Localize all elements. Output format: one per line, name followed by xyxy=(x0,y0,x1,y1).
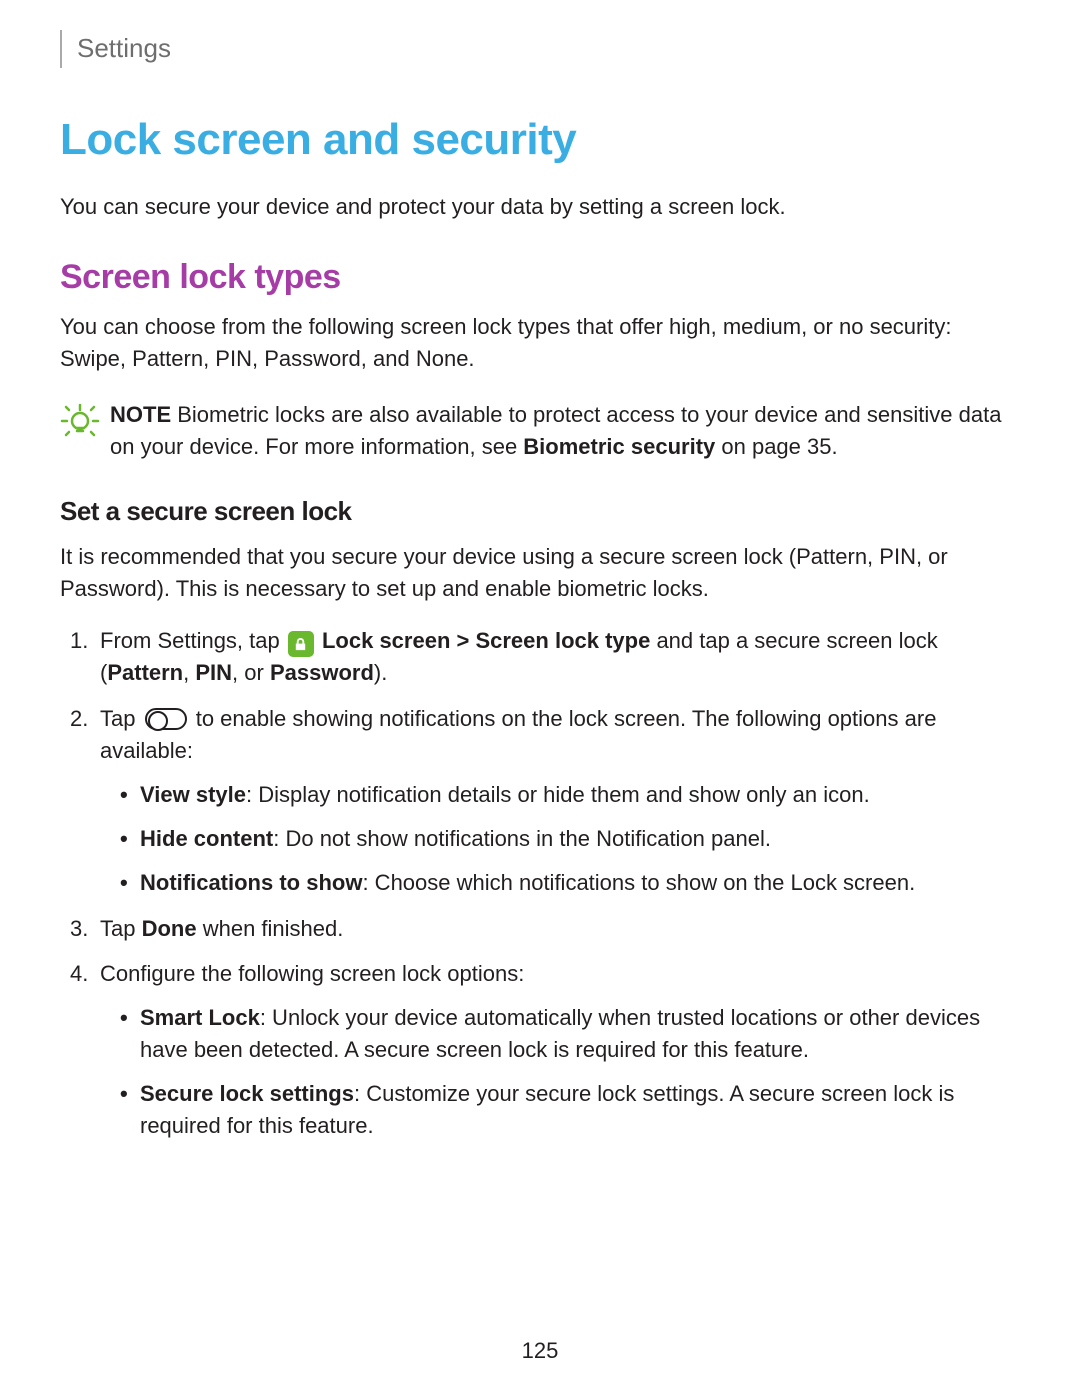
breadcrumb: Settings xyxy=(77,33,171,63)
subsection-heading: Set a secure screen lock xyxy=(60,493,1020,531)
list-item: Smart Lock: Unlock your device automatic… xyxy=(140,1002,1020,1066)
bullet-text: : Display notification details or hide t… xyxy=(246,782,870,807)
lock-icon xyxy=(288,631,314,657)
step-1-end: ). xyxy=(374,660,387,685)
step-4: Configure the following screen lock opti… xyxy=(100,958,1020,1141)
bullet-text: : Choose which notifications to show on … xyxy=(362,870,915,895)
note-after: on page 35. xyxy=(715,434,837,459)
bullet-text: : Unlock your device automatically when … xyxy=(140,1005,980,1062)
step-4-bullets: Smart Lock: Unlock your device automatic… xyxy=(100,1002,1020,1142)
section-heading: Screen lock types xyxy=(60,253,1020,302)
steps-list: From Settings, tap Lock screen > Screen … xyxy=(60,625,1020,1142)
step-2-post: to enable showing notifications on the l… xyxy=(100,706,936,763)
step-2-bullets: View style: Display notification details… xyxy=(100,779,1020,899)
step-3: Tap Done when finished. xyxy=(100,913,1020,945)
step-1-bold2: Pattern xyxy=(107,660,183,685)
note-label: NOTE xyxy=(110,402,171,427)
step-1-bold1: Lock screen > Screen lock type xyxy=(322,628,650,653)
list-item: Secure lock settings: Customize your sec… xyxy=(140,1078,1020,1142)
step-1-bold3: PIN xyxy=(195,660,232,685)
bullet-label: Smart Lock xyxy=(140,1005,260,1030)
note-text: NOTE Biometric locks are also available … xyxy=(110,399,1020,463)
bullet-label: View style xyxy=(140,782,246,807)
step-3-bold: Done xyxy=(142,916,197,941)
bullet-label: Secure lock settings xyxy=(140,1081,354,1106)
step-1-bold4: Password xyxy=(270,660,374,685)
subsection-description: It is recommended that you secure your d… xyxy=(60,541,1020,605)
intro-text: You can secure your device and protect y… xyxy=(60,191,1020,223)
bullet-text: : Do not show notifications in the Notif… xyxy=(273,826,771,851)
list-item: View style: Display notification details… xyxy=(140,779,1020,811)
step-1-c1: , xyxy=(183,660,195,685)
note-link[interactable]: Biometric security xyxy=(523,434,715,459)
bullet-label: Hide content xyxy=(140,826,273,851)
step-2-pre: Tap xyxy=(100,706,142,731)
step-3-post: when finished. xyxy=(197,916,344,941)
page-title: Lock screen and security xyxy=(60,108,1020,172)
list-item: Notifications to show: Choose which noti… xyxy=(140,867,1020,899)
step-3-pre: Tap xyxy=(100,916,142,941)
step-1-pre: From Settings, tap xyxy=(100,628,286,653)
lightbulb-icon xyxy=(60,401,100,450)
step-1: From Settings, tap Lock screen > Screen … xyxy=(100,625,1020,689)
toggle-icon xyxy=(145,708,187,730)
bullet-label: Notifications to show xyxy=(140,870,362,895)
breadcrumb-container: Settings xyxy=(60,30,1020,68)
step-4-text: Configure the following screen lock opti… xyxy=(100,961,524,986)
list-item: Hide content: Do not show notifications … xyxy=(140,823,1020,855)
step-1-c2: , or xyxy=(232,660,270,685)
page-number: 125 xyxy=(0,1335,1080,1367)
note-block: NOTE Biometric locks are also available … xyxy=(60,399,1020,463)
section-description: You can choose from the following screen… xyxy=(60,311,1020,375)
step-2: Tap to enable showing notifications on t… xyxy=(100,703,1020,898)
